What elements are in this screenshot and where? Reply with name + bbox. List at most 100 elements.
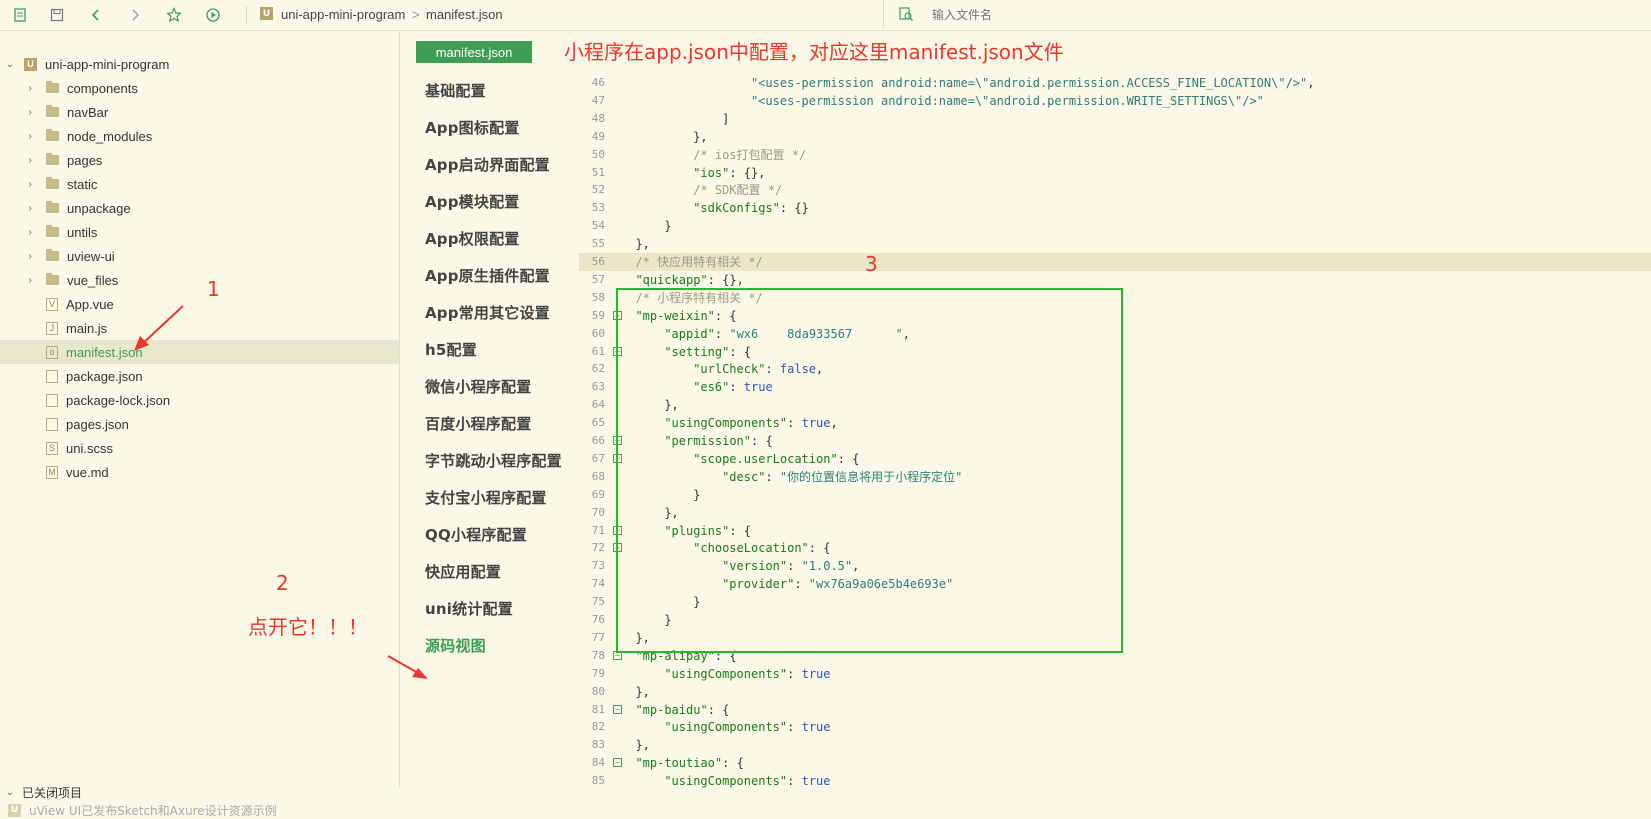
folder-icon	[46, 273, 59, 285]
tree-item-label: App.vue	[66, 296, 114, 312]
code-text: "usingComponents": true	[664, 666, 831, 681]
code-line: 81− "mp-baidu": {	[579, 701, 1651, 719]
line-number: 79	[591, 666, 605, 680]
chevron-right-icon: ›	[28, 106, 32, 118]
line-number: 74	[591, 577, 605, 591]
line-number: 66	[591, 434, 605, 447]
config-menu-item[interactable]: App启动界面配置	[425, 154, 550, 175]
chevron-right-icon: ›	[28, 226, 32, 238]
file-search-input[interactable]	[930, 5, 1534, 25]
config-menu-item[interactable]: QQ小程序配置	[425, 524, 527, 545]
code-line: 50 /* ios打包配置 */	[579, 146, 1651, 164]
tree-folder[interactable]: › untils	[0, 220, 399, 244]
status-line: U uView UI已发布Sketch和Axure设计资源示例	[0, 801, 399, 819]
status-text[interactable]: uView UI已发布Sketch和Axure设计资源示例	[29, 802, 277, 819]
code-text: "mp-toutiao": {	[635, 756, 744, 771]
tree-folder[interactable]: › uview-ui	[0, 244, 399, 268]
tree-file[interactable]: package-lock.json	[0, 388, 399, 412]
tree-file[interactable]: o manifest.json	[0, 340, 399, 364]
tree-folder[interactable]: › static	[0, 172, 399, 196]
forward-icon[interactable]	[125, 5, 145, 25]
save-icon[interactable]	[47, 5, 67, 25]
fold-toggle-icon[interactable]: −	[613, 704, 622, 714]
config-menu-item[interactable]: uni统计配置	[425, 598, 513, 619]
annotation-2: 2	[276, 571, 289, 595]
tree-folder[interactable]: › components	[0, 76, 399, 100]
tree-folder[interactable]: › node_modules	[0, 124, 399, 148]
line-number: 76	[591, 613, 605, 626]
code-text: "<uses-permission android:name=\"android…	[750, 76, 1315, 90]
folder-icon	[46, 201, 59, 213]
config-menu-item[interactable]: 百度小程序配置	[425, 413, 531, 434]
line-number: 56	[591, 255, 605, 268]
config-menu-item[interactable]: App模块配置	[425, 191, 519, 212]
line-number: 85	[591, 774, 605, 788]
tree-file[interactable]: pages.json	[0, 412, 399, 436]
tree-item-label: unpackage	[67, 200, 131, 216]
line-number: 68	[591, 469, 605, 483]
tree-item-label: vue.md	[66, 464, 109, 480]
closed-projects-section[interactable]: ⌄ 已关闭项目	[0, 783, 399, 801]
config-menu-item[interactable]: 微信小程序配置	[425, 376, 531, 397]
config-menu-item[interactable]: App原生插件配置	[425, 265, 550, 286]
code-line: 54}	[579, 217, 1651, 235]
tree-file[interactable]: package.json	[0, 364, 399, 388]
line-number: 80	[591, 684, 605, 698]
config-menu-item[interactable]: 支付宝小程序配置	[425, 487, 547, 508]
code-line: 57 "quickapp": {},	[579, 271, 1651, 289]
code-line: 52 /* SDK配置 */	[579, 181, 1651, 199]
folder-icon	[46, 249, 59, 261]
line-number: 82	[591, 720, 605, 734]
tree-file[interactable]: Suni.scss	[0, 436, 399, 460]
arrow-to-manifest-icon	[134, 305, 184, 351]
folder-icon	[46, 177, 59, 189]
tree-item-label: pages	[67, 152, 103, 168]
code-line: 83},	[579, 736, 1651, 754]
run-icon[interactable]	[203, 5, 223, 25]
star-icon[interactable]	[164, 5, 184, 25]
config-menu-item[interactable]: 字节跳动小程序配置	[425, 450, 562, 471]
code-line: 55},	[579, 235, 1651, 253]
tree-file[interactable]: Mvue.md	[0, 460, 399, 484]
tree-item-label: main.js	[66, 320, 108, 336]
config-menu-item[interactable]: App权限配置	[425, 228, 519, 249]
tree-file[interactable]: V App.vue	[0, 292, 399, 316]
line-number: 81	[591, 702, 605, 716]
tree-folder[interactable]: › pages	[0, 148, 399, 172]
tree-file[interactable]: Jmain.js	[0, 316, 399, 340]
config-menu-item[interactable]: h5配置	[425, 339, 477, 360]
code-line: 46 "<uses-permission android:name=\"andro…	[579, 74, 1651, 92]
line-number: 62	[591, 362, 605, 376]
chevron-right-icon: ›	[28, 130, 32, 142]
config-menu-item[interactable]: 基础配置	[425, 80, 486, 101]
line-number: 63	[591, 380, 605, 394]
tree-folder[interactable]: › navBar	[0, 100, 399, 124]
code-line: 56 /* 快应用特有相关 */	[579, 253, 1651, 271]
breadcrumb-file[interactable]: manifest.json	[426, 7, 503, 22]
fold-toggle-icon[interactable]: −	[613, 758, 622, 768]
config-menu-item[interactable]: App图标配置	[425, 117, 519, 138]
line-number: 64	[591, 398, 605, 412]
code-line: 53 "sdkConfigs": {}	[579, 199, 1651, 217]
back-icon[interactable]	[86, 5, 106, 25]
folder-icon	[46, 105, 59, 117]
highlight-box	[616, 288, 1123, 653]
tree-item-label: untils	[67, 224, 98, 240]
tree-folder[interactable]: › vue_files	[0, 268, 399, 292]
tree-root[interactable]: ⌄ U uni-app-mini-program	[0, 52, 399, 76]
tree-folder[interactable]: › unpackage	[0, 196, 399, 220]
breadcrumb-project[interactable]: uni-app-mini-program	[281, 7, 405, 22]
code-text: },	[635, 237, 650, 252]
file-icon	[46, 417, 58, 431]
line-number: 58	[591, 290, 605, 304]
new-file-icon[interactable]	[10, 5, 30, 25]
config-menu-item[interactable]: App常用其它设置	[425, 302, 550, 323]
config-menu-item[interactable]: 源码视图	[425, 635, 486, 656]
manifest-tab[interactable]: manifest.json	[416, 41, 532, 63]
line-number: 71	[591, 523, 605, 537]
line-number: 83	[591, 738, 605, 752]
config-menu-item[interactable]: 快应用配置	[425, 561, 501, 582]
